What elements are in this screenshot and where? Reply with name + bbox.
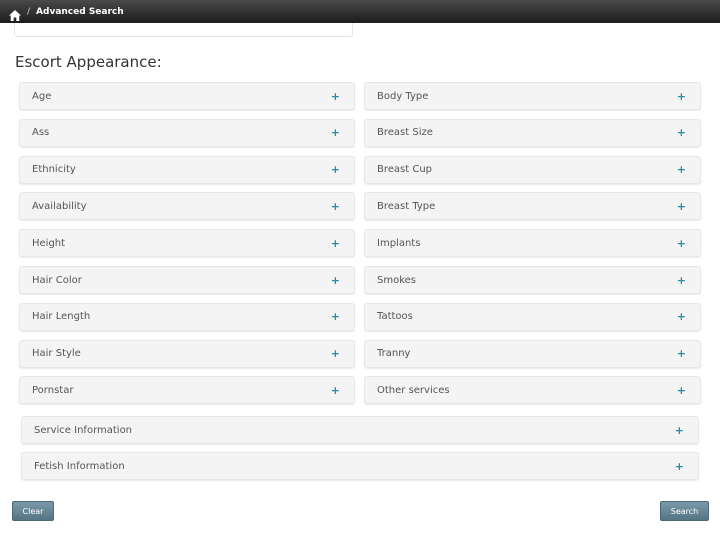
- filter-label: Tattoos: [377, 311, 413, 323]
- filter-body-type[interactable]: Body Type +: [364, 82, 701, 110]
- filter-other-services[interactable]: Other services +: [364, 376, 701, 405]
- filter-label: Availability: [32, 200, 87, 212]
- filter-label: Other services: [377, 384, 450, 396]
- filter-ass[interactable]: Ass +: [19, 118, 355, 147]
- plus-icon[interactable]: +: [331, 164, 340, 175]
- filter-label: Hair Length: [32, 311, 91, 323]
- filter-tattoos[interactable]: Tattoos +: [364, 302, 701, 331]
- filter-breast-type[interactable]: Breast Type +: [364, 192, 701, 221]
- previous-section-box: [14, 23, 353, 37]
- home-icon[interactable]: [9, 6, 21, 21]
- plus-icon[interactable]: +: [331, 127, 340, 138]
- filter-service-information[interactable]: Service Information +: [21, 416, 699, 444]
- filter-label: Height: [32, 237, 66, 249]
- filter-label: Implants: [377, 237, 421, 249]
- filter-ethnicity[interactable]: Ethnicity +: [19, 155, 355, 184]
- plus-icon[interactable]: +: [331, 311, 340, 322]
- clear-button[interactable]: Clear: [12, 501, 54, 521]
- filter-label: Smokes: [377, 274, 417, 286]
- plus-icon[interactable]: +: [331, 201, 340, 212]
- filter-height[interactable]: Height +: [19, 229, 355, 258]
- plus-icon[interactable]: +: [677, 127, 686, 138]
- filter-pornstar[interactable]: Pornstar +: [19, 376, 355, 405]
- section-title: Escort Appearance:: [15, 53, 162, 71]
- filter-tranny[interactable]: Tranny +: [364, 339, 701, 368]
- filter-label: Ass: [32, 127, 50, 139]
- plus-icon[interactable]: +: [675, 425, 684, 436]
- filter-hair-length[interactable]: Hair Length +: [19, 302, 355, 331]
- plus-icon[interactable]: +: [677, 201, 686, 212]
- plus-icon[interactable]: +: [677, 238, 686, 249]
- filter-hair-style[interactable]: Hair Style +: [19, 339, 355, 368]
- plus-icon[interactable]: +: [677, 275, 686, 286]
- breadcrumb-current: Advanced Search: [36, 6, 124, 17]
- plus-icon[interactable]: +: [677, 164, 686, 175]
- top-nav-bar: / Advanced Search: [0, 0, 720, 23]
- filter-hair-color[interactable]: Hair Color +: [19, 266, 355, 294]
- filter-label: Ethnicity: [32, 164, 76, 176]
- plus-icon[interactable]: +: [677, 348, 686, 359]
- filter-fetish-information[interactable]: Fetish Information +: [21, 452, 699, 480]
- filter-label: Breast Size: [377, 127, 433, 139]
- search-button[interactable]: Search: [660, 501, 709, 521]
- filter-label: Age: [32, 90, 52, 102]
- plus-icon[interactable]: +: [331, 238, 340, 249]
- filter-breast-size[interactable]: Breast Size +: [364, 118, 701, 147]
- breadcrumb-separator: /: [27, 6, 31, 17]
- filter-age[interactable]: Age +: [19, 82, 355, 110]
- filter-label: Breast Type: [377, 200, 436, 212]
- plus-icon[interactable]: +: [331, 385, 340, 396]
- filter-label: Service Information: [34, 424, 133, 436]
- filter-smokes[interactable]: Smokes +: [364, 266, 701, 294]
- plus-icon[interactable]: +: [331, 348, 340, 359]
- filter-label: Body Type: [377, 90, 429, 102]
- plus-icon[interactable]: +: [331, 275, 340, 286]
- filter-label: Hair Color: [32, 274, 82, 286]
- filter-implants[interactable]: Implants +: [364, 229, 701, 258]
- plus-icon[interactable]: +: [677, 385, 686, 396]
- filter-label: Pornstar: [32, 384, 74, 396]
- filter-label: Breast Cup: [377, 164, 433, 176]
- filter-label: Fetish Information: [34, 460, 125, 472]
- plus-icon[interactable]: +: [677, 91, 686, 102]
- filter-availability[interactable]: Availability +: [19, 192, 355, 221]
- plus-icon[interactable]: +: [675, 461, 684, 472]
- plus-icon[interactable]: +: [331, 91, 340, 102]
- filter-label: Hair Style: [32, 348, 81, 360]
- filter-breast-cup[interactable]: Breast Cup +: [364, 155, 701, 184]
- plus-icon[interactable]: +: [677, 311, 686, 322]
- filter-label: Tranny: [377, 348, 411, 360]
